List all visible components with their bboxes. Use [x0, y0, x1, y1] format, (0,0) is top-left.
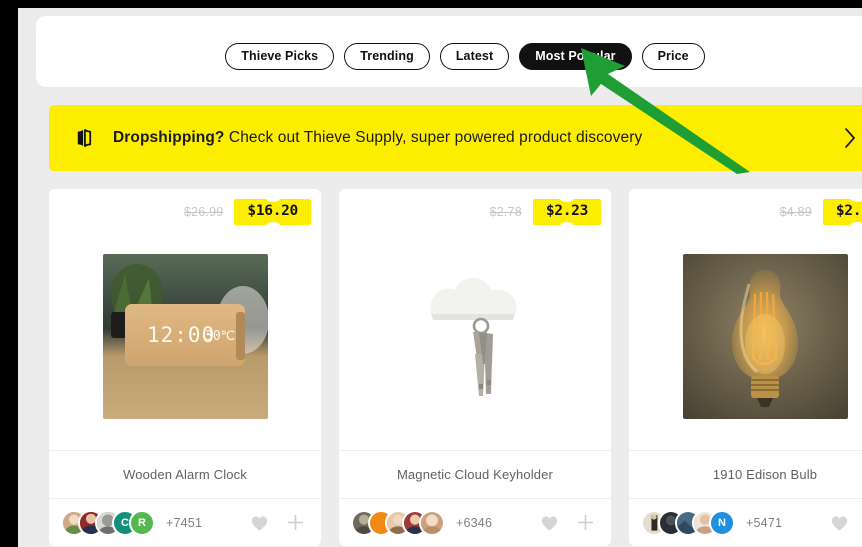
discounted-price-tag: $2.58: [822, 198, 862, 226]
discounted-price-tag: $2.23: [532, 198, 601, 226]
product-image-wrap: 12:00 30℃: [49, 235, 321, 450]
product-image-wooden-alarm-clock[interactable]: 12:00 30℃: [102, 254, 268, 419]
follower-count: +6346: [456, 515, 493, 530]
follower-count: +7451: [166, 515, 203, 530]
avatar: [419, 509, 445, 536]
product-card[interactable]: $2.78 $2.23 Magnetic Cloud Keyholder +63…: [339, 189, 611, 546]
follower-count: +5471: [746, 515, 783, 530]
product-image-magnetic-cloud-keyholder[interactable]: [392, 254, 558, 419]
price-row: $2.78 $2.23: [339, 189, 611, 235]
product-card-footer: C R +7451: [49, 498, 321, 546]
app-canvas: Thieve Picks Trending Latest Most Popula…: [18, 8, 862, 547]
open-book-icon: [77, 129, 92, 147]
filter-pill-trending[interactable]: Trending: [344, 42, 430, 71]
product-title-row: Wooden Alarm Clock: [49, 450, 321, 498]
follower-avatar-stack[interactable]: N: [641, 509, 735, 536]
plus-icon[interactable]: [576, 513, 595, 532]
plus-icon[interactable]: [286, 513, 305, 532]
original-price: $2.78: [489, 205, 522, 219]
avatar-initial: R: [129, 509, 155, 536]
follower-avatar-stack[interactable]: C R: [61, 509, 155, 536]
discounted-price-tag: $16.20: [234, 198, 311, 226]
card-actions: [830, 513, 862, 532]
chevron-right-icon[interactable]: [842, 125, 858, 151]
product-grid: $26.99 $16.20 12:00 30℃ Wooden Alarm Clo…: [49, 189, 862, 546]
filter-pill-latest[interactable]: Latest: [439, 42, 510, 71]
product-image-edison-bulb[interactable]: [682, 254, 848, 419]
product-card[interactable]: $26.99 $16.20 12:00 30℃ Wooden Alarm Clo…: [49, 189, 321, 546]
product-title: Magnetic Cloud Keyholder: [396, 467, 554, 482]
dropshipping-promo-banner[interactable]: Dropshipping? Check out Thieve Supply, s…: [49, 105, 862, 171]
product-image-wrap: [339, 235, 611, 450]
heart-icon[interactable]: [540, 514, 559, 532]
product-title-row: 1910 Edison Bulb: [629, 450, 862, 498]
follower-avatar-stack[interactable]: [351, 509, 445, 536]
original-price: $4.89: [779, 205, 812, 219]
product-title: Wooden Alarm Clock: [123, 467, 247, 482]
card-actions: [250, 513, 309, 532]
filter-bar: Thieve Picks Trending Latest Most Popula…: [36, 16, 862, 87]
filter-pill-group: Thieve Picks Trending Latest Most Popula…: [225, 42, 705, 71]
product-title-row: Magnetic Cloud Keyholder: [339, 450, 611, 498]
filter-pill-price[interactable]: Price: [641, 42, 705, 71]
product-title: 1910 Edison Bulb: [712, 467, 818, 482]
heart-icon[interactable]: [830, 514, 849, 532]
price-row: $4.89 $2.58: [629, 189, 862, 235]
price-row: $26.99 $16.20: [49, 189, 321, 235]
product-card[interactable]: $4.89 $2.58: [629, 189, 862, 546]
promo-banner-body: Check out Thieve Supply, super powered p…: [224, 129, 643, 146]
filter-pill-thieve-picks[interactable]: Thieve Picks: [225, 42, 335, 71]
product-card-footer: +6346: [339, 498, 611, 546]
card-actions: [540, 513, 599, 532]
promo-banner-lead: Dropshipping?: [113, 129, 225, 146]
avatar-initial: N: [709, 509, 735, 536]
product-image-wrap: [629, 235, 862, 450]
heart-icon[interactable]: [250, 514, 269, 532]
original-price: $26.99: [183, 205, 224, 219]
promo-banner-text: Dropshipping? Check out Thieve Supply, s…: [113, 129, 832, 147]
filter-pill-most-popular[interactable]: Most Popular: [519, 42, 632, 71]
svg-text:30℃: 30℃: [205, 329, 235, 344]
product-card-footer: N +5471: [629, 498, 862, 546]
